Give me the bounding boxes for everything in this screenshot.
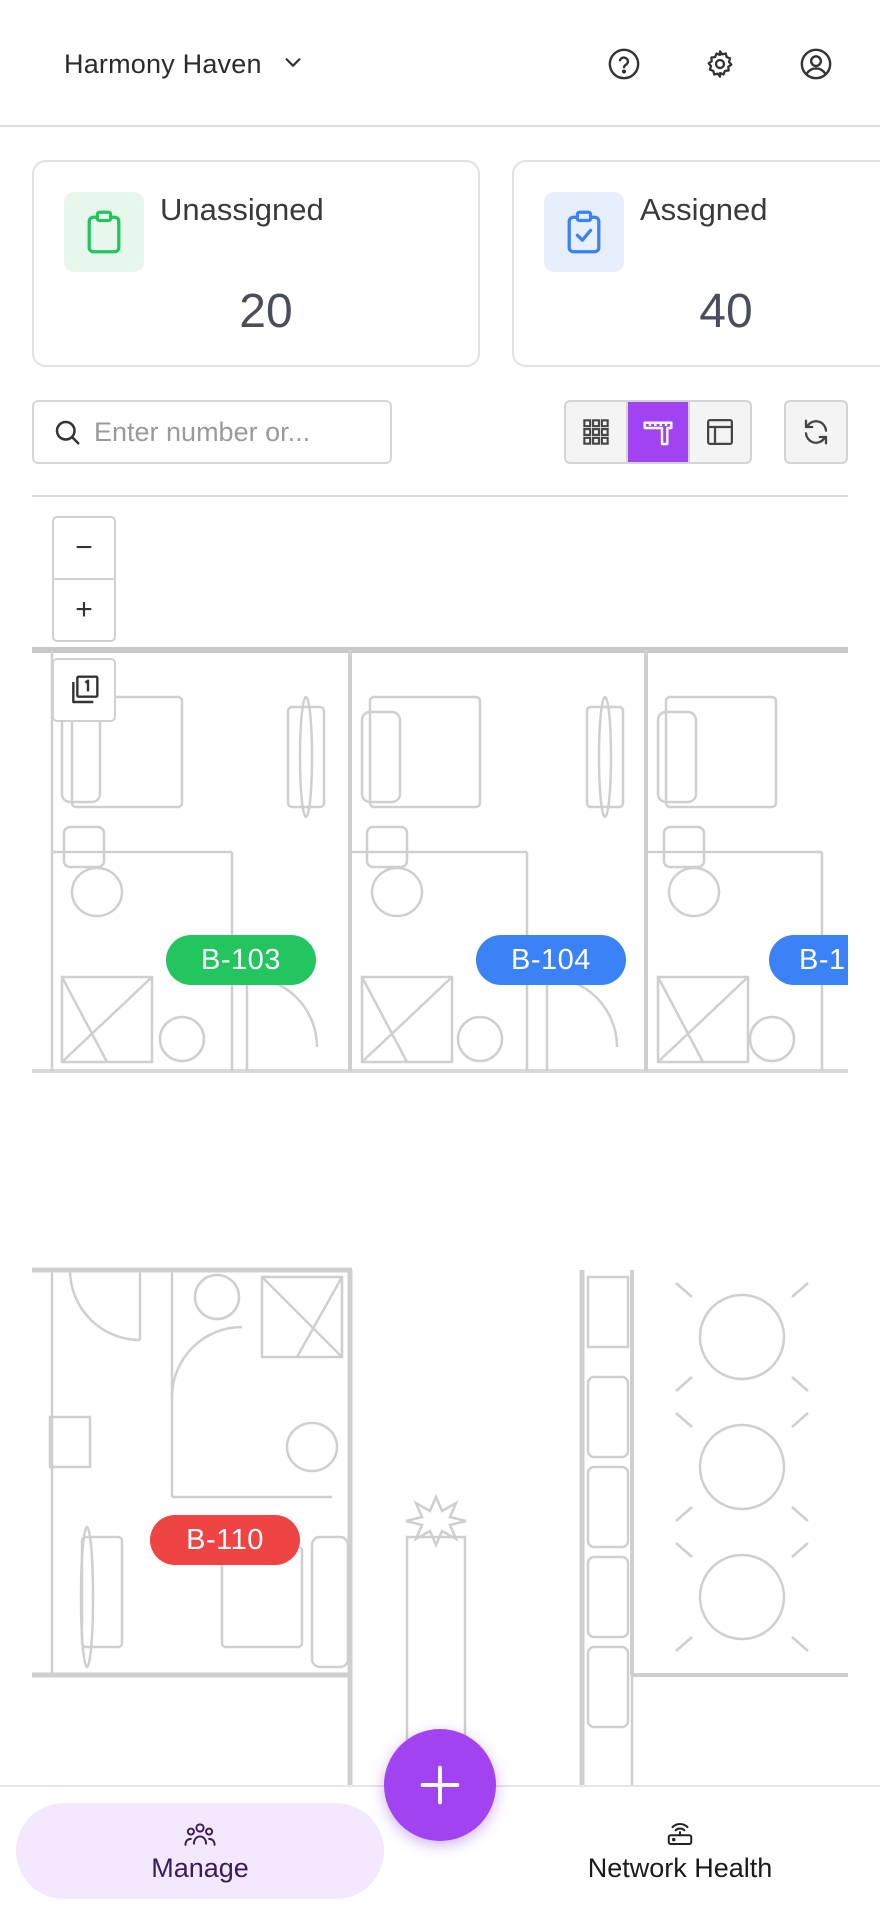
gear-icon[interactable] [700, 44, 740, 84]
table-layout-icon [705, 417, 735, 447]
floor-layer-button[interactable] [52, 658, 116, 722]
floor-plan-map[interactable]: B-103 B-104 B-1 B-110 [32, 497, 848, 1787]
floor-plan-icon [642, 416, 674, 448]
zoom-out-button[interactable]: − [54, 518, 114, 580]
zoom-controls: − + [52, 516, 116, 642]
nav-manage[interactable]: Manage [16, 1803, 384, 1899]
view-mode-toggle [564, 400, 752, 464]
floor-plan-drawing [32, 647, 848, 1787]
router-icon [664, 1819, 696, 1849]
refresh-icon [801, 417, 831, 447]
card-label: Assigned [640, 192, 768, 227]
nav-network-health[interactable]: Network Health [496, 1803, 864, 1899]
card-count: 20 [239, 285, 293, 338]
site-name: Harmony Haven [64, 48, 262, 79]
floor-plan-view-button[interactable] [628, 402, 690, 462]
search-box[interactable] [32, 400, 392, 464]
room-tag-b1xx[interactable]: B-1 [769, 935, 848, 985]
nav-manage-label: Manage [151, 1852, 249, 1883]
floor-layers-icon [68, 674, 100, 706]
unassigned-card[interactable]: Unassigned 20 [32, 160, 480, 367]
nav-network-health-label: Network Health [587, 1852, 773, 1883]
people-icon [183, 1819, 217, 1849]
plus-icon [414, 1759, 466, 1811]
app-header: Harmony Haven [0, 0, 880, 127]
card-count: 40 [699, 285, 753, 338]
chevron-down-icon [282, 51, 304, 78]
grid-icon [582, 418, 610, 446]
refresh-button[interactable] [784, 400, 848, 464]
grid-view-button[interactable] [566, 402, 628, 462]
user-icon[interactable] [796, 44, 836, 84]
assigned-card[interactable]: Assigned 40 [512, 160, 880, 367]
clipboard-check-icon [544, 192, 624, 272]
search-icon [52, 417, 82, 447]
card-label: Unassigned [160, 192, 324, 227]
room-tag-b110[interactable]: B-110 [150, 1515, 300, 1565]
add-button[interactable] [384, 1729, 496, 1841]
search-input[interactable] [94, 416, 374, 448]
zoom-in-button[interactable]: + [54, 580, 114, 640]
room-tag-b104[interactable]: B-104 [476, 935, 626, 985]
help-icon[interactable] [604, 44, 644, 84]
table-view-button[interactable] [690, 402, 750, 462]
room-tag-b103[interactable]: B-103 [166, 935, 316, 985]
site-selector[interactable]: Harmony Haven [64, 44, 304, 84]
clipboard-icon [64, 192, 144, 272]
